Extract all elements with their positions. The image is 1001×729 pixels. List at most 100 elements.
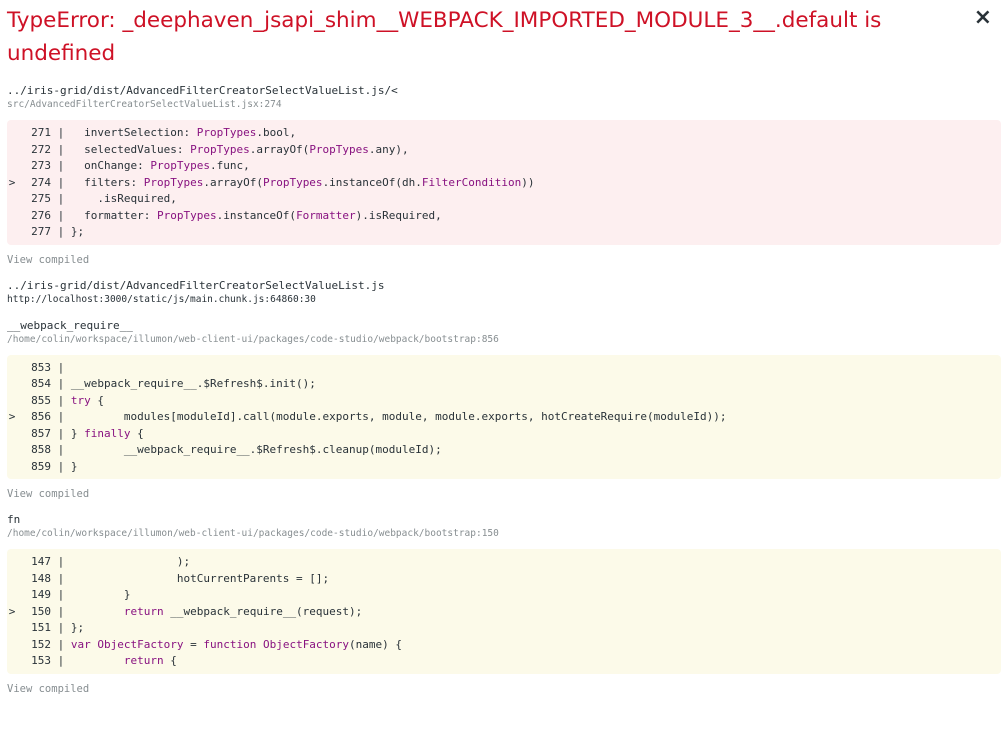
source-text: __webpack_require__.$Refresh$.cleanup(mo… <box>70 443 442 456</box>
line-number: 151 <box>31 621 51 634</box>
active-line-marker: > <box>8 175 16 189</box>
source-text: } <box>70 459 78 473</box>
error-header: TypeError: _deephaven_jsapi_shim__WEBPAC… <box>0 0 1001 70</box>
view-compiled-link[interactable]: View compiled <box>7 682 1001 696</box>
line-number: 153 <box>31 654 51 667</box>
active-line-marker <box>5 620 19 637</box>
code-line: 153 | return { <box>5 653 1001 670</box>
gutter-separator: | <box>51 426 71 440</box>
code-line: 272 | selectedValues: PropTypes.arrayOf(… <box>5 142 1001 159</box>
error-title: TypeError: _deephaven_jsapi_shim__WEBPAC… <box>7 8 882 66</box>
source-text: modules[moduleId].call(module.exports, m… <box>70 410 727 423</box>
active-line-marker <box>5 158 19 175</box>
active-line-marker <box>5 142 19 159</box>
source-text: selectedValues: PropTypes.arrayOf(PropTy… <box>70 142 409 156</box>
code-line: >150 | return __webpack_require__(reques… <box>5 604 1001 621</box>
frame-location[interactable]: /home/colin/workspace/illumon/web-client… <box>7 333 1001 347</box>
source-text: filters: PropTypes.arrayOf(PropTypes.ins… <box>70 175 535 189</box>
view-compiled-link[interactable]: View compiled <box>7 487 1001 501</box>
gutter-separator: | <box>51 443 71 456</box>
line-number: 152 <box>31 637 51 651</box>
frame-function-name: __webpack_require__ <box>7 318 133 332</box>
code-line: >856 | modules[moduleId].call(module.exp… <box>5 409 1001 426</box>
code-line: 148 | hotCurrentParents = []; <box>5 571 1001 588</box>
frame-location[interactable]: http://localhost:3000/static/js/main.chu… <box>7 293 1001 307</box>
stack-frame: fn/home/colin/workspace/illumon/web-clie… <box>7 513 1001 696</box>
source-text: } <box>70 588 131 601</box>
active-line-marker <box>5 571 19 588</box>
active-line-marker <box>5 208 19 225</box>
gutter-separator: | <box>51 393 71 407</box>
gutter-separator: | <box>51 410 71 423</box>
code-line: 858 | __webpack_require__.$Refresh$.clea… <box>5 442 1001 459</box>
line-number: 857 <box>31 426 51 440</box>
source-text: var ObjectFactory = function ObjectFacto… <box>70 637 403 651</box>
active-line-marker <box>5 637 19 654</box>
gutter-separator: | <box>51 604 71 618</box>
line-number: 856 <box>31 410 51 423</box>
active-line-marker <box>5 360 19 377</box>
line-number: 274 <box>31 175 51 189</box>
gutter-separator: | <box>51 377 71 390</box>
code-snippet: 271 | invertSelection: PropTypes.bool, 2… <box>7 120 1001 245</box>
gutter-separator: | <box>51 621 71 634</box>
line-number: 277 <box>31 225 51 238</box>
frame-function-name: ../iris-grid/dist/AdvancedFilterCreatorS… <box>7 84 398 97</box>
source-text: return { <box>123 654 177 667</box>
line-number: 273 <box>31 159 51 172</box>
gutter-separator: | <box>51 637 71 651</box>
stack-frame: ../iris-grid/dist/AdvancedFilterCreatorS… <box>7 84 1001 267</box>
line-number: 148 <box>31 571 51 585</box>
code-snippet: 853 | 854 | __webpack_require__.$Refresh… <box>5 354 1001 479</box>
source-text: onChange: PropTypes.func, <box>70 159 250 172</box>
frame-location[interactable]: src/AdvancedFilterCreatorSelectValueList… <box>7 98 1001 112</box>
line-number: 147 <box>31 555 51 568</box>
stack-frame: ../iris-grid/dist/AdvancedFilterCreatorS… <box>7 279 1001 307</box>
source-text: hotCurrentParents = []; <box>70 571 330 585</box>
source-text: return __webpack_require__(request); <box>123 604 363 618</box>
frame-location[interactable]: /home/colin/workspace/illumon/web-client… <box>7 527 1001 541</box>
code-line: 857 | } finally { <box>5 426 1001 443</box>
view-compiled-link[interactable]: View compiled <box>7 253 1001 267</box>
active-line-marker <box>5 459 19 476</box>
line-number: 276 <box>31 208 51 222</box>
close-icon[interactable]: × <box>974 5 992 31</box>
source-text: .isRequired, <box>70 192 177 205</box>
code-line: 277 | }; <box>5 224 1001 241</box>
gutter-separator: | <box>51 126 71 139</box>
active-line-marker <box>5 376 19 393</box>
source-text: ); <box>70 555 191 568</box>
code-line: 151 | }; <box>5 620 1001 637</box>
active-line-marker <box>5 191 19 208</box>
line-number: 272 <box>31 142 51 156</box>
line-number: 149 <box>31 588 51 601</box>
active-line-marker <box>5 653 19 670</box>
active-line-marker <box>5 224 19 241</box>
gutter-separator: | <box>51 175 71 189</box>
gutter-separator: | <box>51 588 71 601</box>
gutter-separator: | <box>51 159 71 172</box>
line-number: 853 <box>31 360 51 374</box>
line-number: 858 <box>31 443 51 456</box>
active-line-marker: > <box>8 410 16 423</box>
frame-function-name: fn <box>7 513 21 526</box>
gutter-separator: | <box>51 208 71 222</box>
source-text: invertSelection: PropTypes.bool, <box>70 126 297 139</box>
code-line: 275 | .isRequired, <box>5 191 1001 208</box>
code-line: 271 | invertSelection: PropTypes.bool, <box>5 125 1001 142</box>
active-line-marker: > <box>8 604 16 618</box>
active-line-marker <box>5 125 19 142</box>
gutter-separator: | <box>51 192 71 205</box>
source-text: try { <box>70 393 104 407</box>
frame-function-name: ../iris-grid/dist/AdvancedFilterCreatorS… <box>7 278 385 292</box>
gutter-separator: | <box>51 571 71 585</box>
gutter-separator: | <box>51 555 71 568</box>
gutter-separator: | <box>51 142 71 156</box>
code-line: 855 | try { <box>5 393 1001 410</box>
line-number: 271 <box>31 126 51 139</box>
code-line: 853 | <box>5 360 1001 377</box>
line-number: 275 <box>31 192 51 205</box>
line-number: 855 <box>31 393 51 407</box>
active-line-marker <box>5 554 19 571</box>
gutter-separator: | <box>51 225 71 238</box>
